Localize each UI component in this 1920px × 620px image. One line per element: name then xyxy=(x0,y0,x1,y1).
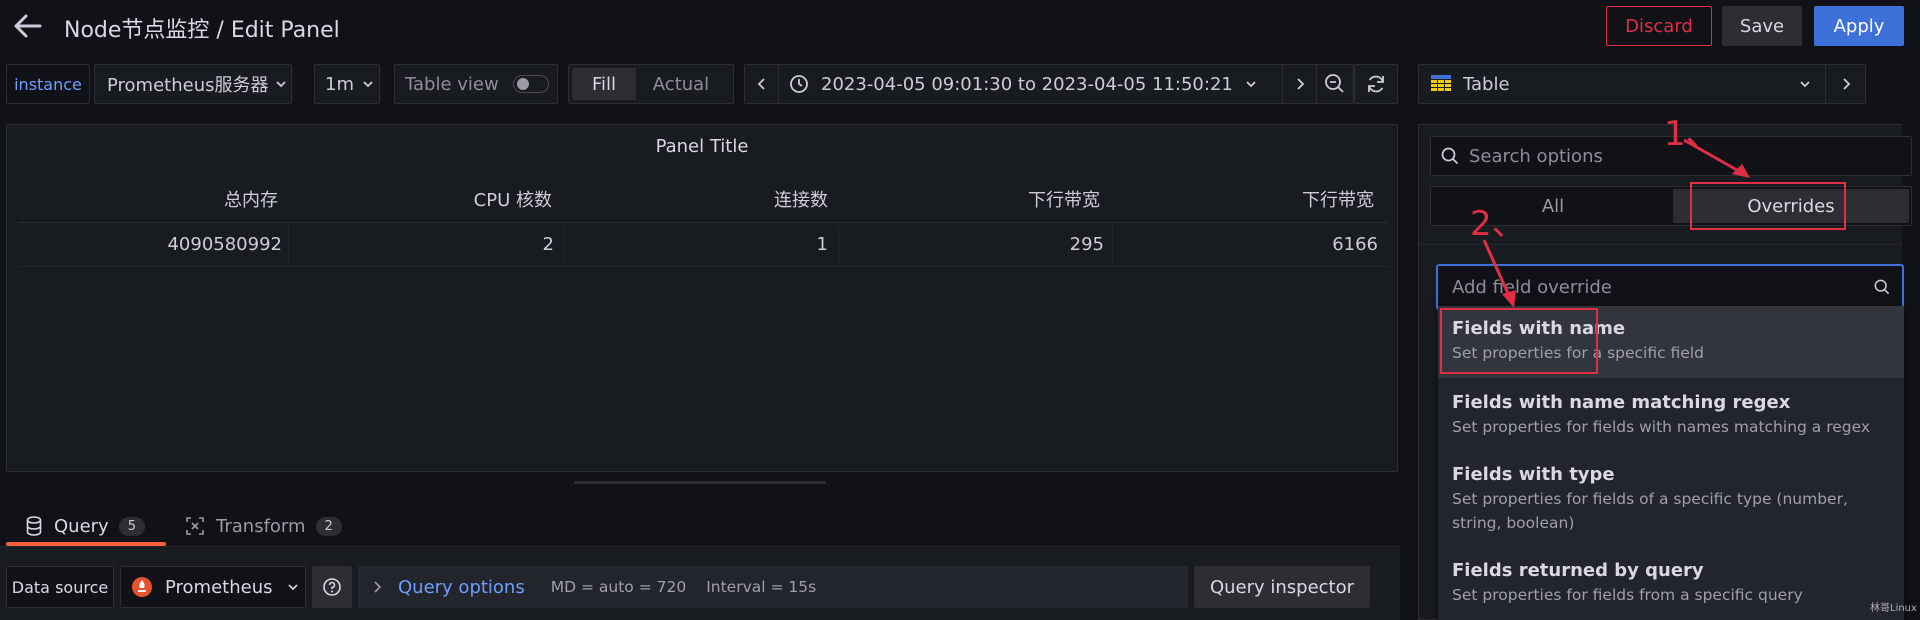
variable-select[interactable]: Prometheus服务器 xyxy=(94,64,292,104)
override-option-desc: Set properties for fields from a specifi… xyxy=(1452,586,1803,604)
override-option[interactable]: Fields with type Set properties for fiel… xyxy=(1438,452,1904,546)
tab-query-count: 5 xyxy=(118,516,145,536)
visualization-picker[interactable]: Table xyxy=(1418,64,1866,104)
table-header-divider xyxy=(18,222,1388,223)
database-icon xyxy=(26,516,42,536)
discard-button[interactable]: Discard xyxy=(1606,6,1712,46)
save-button[interactable]: Save xyxy=(1722,6,1802,46)
help-icon xyxy=(323,578,341,596)
column-divider xyxy=(564,226,565,264)
chevron-down-icon xyxy=(1800,81,1810,88)
chevron-right-icon xyxy=(374,581,382,593)
table-cell: 295 xyxy=(1069,234,1104,255)
column-header[interactable]: 下行带宽 xyxy=(1116,186,1374,212)
query-inspector-button[interactable]: Query inspector xyxy=(1194,566,1370,608)
column-header[interactable]: 连接数 xyxy=(566,186,828,212)
search-icon xyxy=(1874,279,1890,295)
fill-button[interactable]: Fill xyxy=(572,68,636,100)
column-header[interactable]: 总内存 xyxy=(20,186,278,212)
tab-all[interactable]: All xyxy=(1433,189,1673,223)
chevron-down-icon xyxy=(1246,81,1256,88)
time-forward-button[interactable] xyxy=(1283,65,1317,103)
variable-select-value: Prometheus服务器 xyxy=(107,75,269,96)
chevron-left-icon xyxy=(757,78,765,90)
table-cell: 4090580992 xyxy=(167,234,282,255)
time-range-text: 2023-04-05 09:01:30 to 2023-04-05 11:50:… xyxy=(821,73,1233,95)
interval-select-value: 1m xyxy=(325,73,354,95)
search-options-placeholder: Search options xyxy=(1469,145,1603,167)
zoom-out-button[interactable] xyxy=(1317,65,1353,103)
column-divider xyxy=(1112,226,1113,264)
toggle-knob xyxy=(516,78,529,90)
visualization-name: Table xyxy=(1463,73,1510,95)
column-header[interactable]: CPU 核数 xyxy=(290,186,552,212)
variable-label-text: instance xyxy=(14,74,82,94)
override-option-title: Fields returned by query xyxy=(1452,560,1704,581)
page-title: Node节点监控 / Edit Panel xyxy=(64,18,340,43)
query-options-row[interactable]: Query options MD = auto = 720 Interval =… xyxy=(358,566,1188,608)
query-options-md: MD = auto = 720 xyxy=(550,578,687,596)
prometheus-icon xyxy=(132,577,152,597)
annotation-arrow-2 xyxy=(1482,239,1516,308)
override-option-desc: Set properties for fields of a specific … xyxy=(1452,490,1848,532)
table-cell: 6166 xyxy=(1332,234,1378,255)
time-range-button[interactable]: 2023-04-05 09:01:30 to 2023-04-05 11:50:… xyxy=(779,65,1283,103)
chevron-right-icon xyxy=(1296,78,1304,90)
add-field-override-placeholder: Add field override xyxy=(1452,276,1612,298)
zoom-out-icon xyxy=(1325,74,1344,93)
interval-select[interactable]: 1m xyxy=(314,64,380,104)
variable-label: instance xyxy=(6,64,90,104)
tab-transform-label: Transform xyxy=(216,515,306,537)
refresh-button[interactable] xyxy=(1354,64,1398,104)
time-range-picker: 2023-04-05 09:01:30 to 2023-04-05 11:50:… xyxy=(744,64,1354,104)
tab-transform-count: 2 xyxy=(315,516,342,536)
column-divider xyxy=(838,226,839,264)
table-row-divider xyxy=(18,266,1388,267)
data-source-label-text: Data source xyxy=(11,577,109,597)
override-option-title: Fields with name matching regex xyxy=(1452,392,1791,413)
transform-icon xyxy=(186,517,204,535)
tab-transform[interactable]: Transform 2 xyxy=(186,508,366,544)
override-option[interactable]: Fields returned by query Set properties … xyxy=(1438,548,1904,620)
override-option-title: Fields with type xyxy=(1452,464,1615,485)
table-cell: 2 xyxy=(542,234,554,255)
tab-query-label: Query xyxy=(54,515,109,537)
actual-button[interactable]: Actual xyxy=(636,68,726,100)
chevron-down-icon xyxy=(287,584,298,591)
back-arrow-icon[interactable] xyxy=(12,12,44,40)
table-cell: 1 xyxy=(816,234,828,255)
fill-actual-group: Fill Actual xyxy=(568,64,734,104)
data-source-value: Prometheus xyxy=(165,576,273,598)
tab-query[interactable]: Query 5 xyxy=(6,508,166,544)
chevron-down-icon xyxy=(363,81,373,88)
query-options-label: Query options xyxy=(398,576,525,598)
override-option[interactable]: Fields with name matching regex Set prop… xyxy=(1438,380,1904,452)
chevron-down-icon xyxy=(275,81,286,88)
data-source-label: Data source xyxy=(6,566,114,608)
column-header[interactable]: 下行带宽 xyxy=(840,186,1100,212)
chevron-right-icon xyxy=(1842,78,1850,90)
splitter-handle[interactable] xyxy=(574,481,826,484)
search-icon xyxy=(1441,147,1459,165)
column-divider xyxy=(288,226,289,264)
refresh-icon xyxy=(1368,75,1384,93)
query-options-interval: Interval = 15s xyxy=(706,578,817,596)
annotation-box-overrides xyxy=(1690,182,1846,230)
clock-icon xyxy=(790,75,808,93)
data-source-help-button[interactable] xyxy=(312,566,352,608)
time-back-button[interactable] xyxy=(745,65,779,103)
table-view-toggle[interactable]: Table view xyxy=(394,64,558,104)
data-source-select[interactable]: Prometheus xyxy=(120,566,306,608)
override-option-desc: Set properties for fields with names mat… xyxy=(1452,418,1871,436)
toggle-switch[interactable] xyxy=(512,75,549,93)
watermark: 林哥Linux xyxy=(1870,603,1917,614)
collapse-options-button[interactable] xyxy=(1825,65,1865,103)
apply-button[interactable]: Apply xyxy=(1814,6,1904,46)
table-icon xyxy=(1431,75,1451,91)
annotation-box-fields-with-name xyxy=(1440,308,1598,374)
panel-preview xyxy=(6,124,1398,472)
table-view-label: Table view xyxy=(405,73,499,95)
panel-title: Panel Title xyxy=(655,136,749,157)
annotation-arrow-1 xyxy=(1683,138,1750,178)
